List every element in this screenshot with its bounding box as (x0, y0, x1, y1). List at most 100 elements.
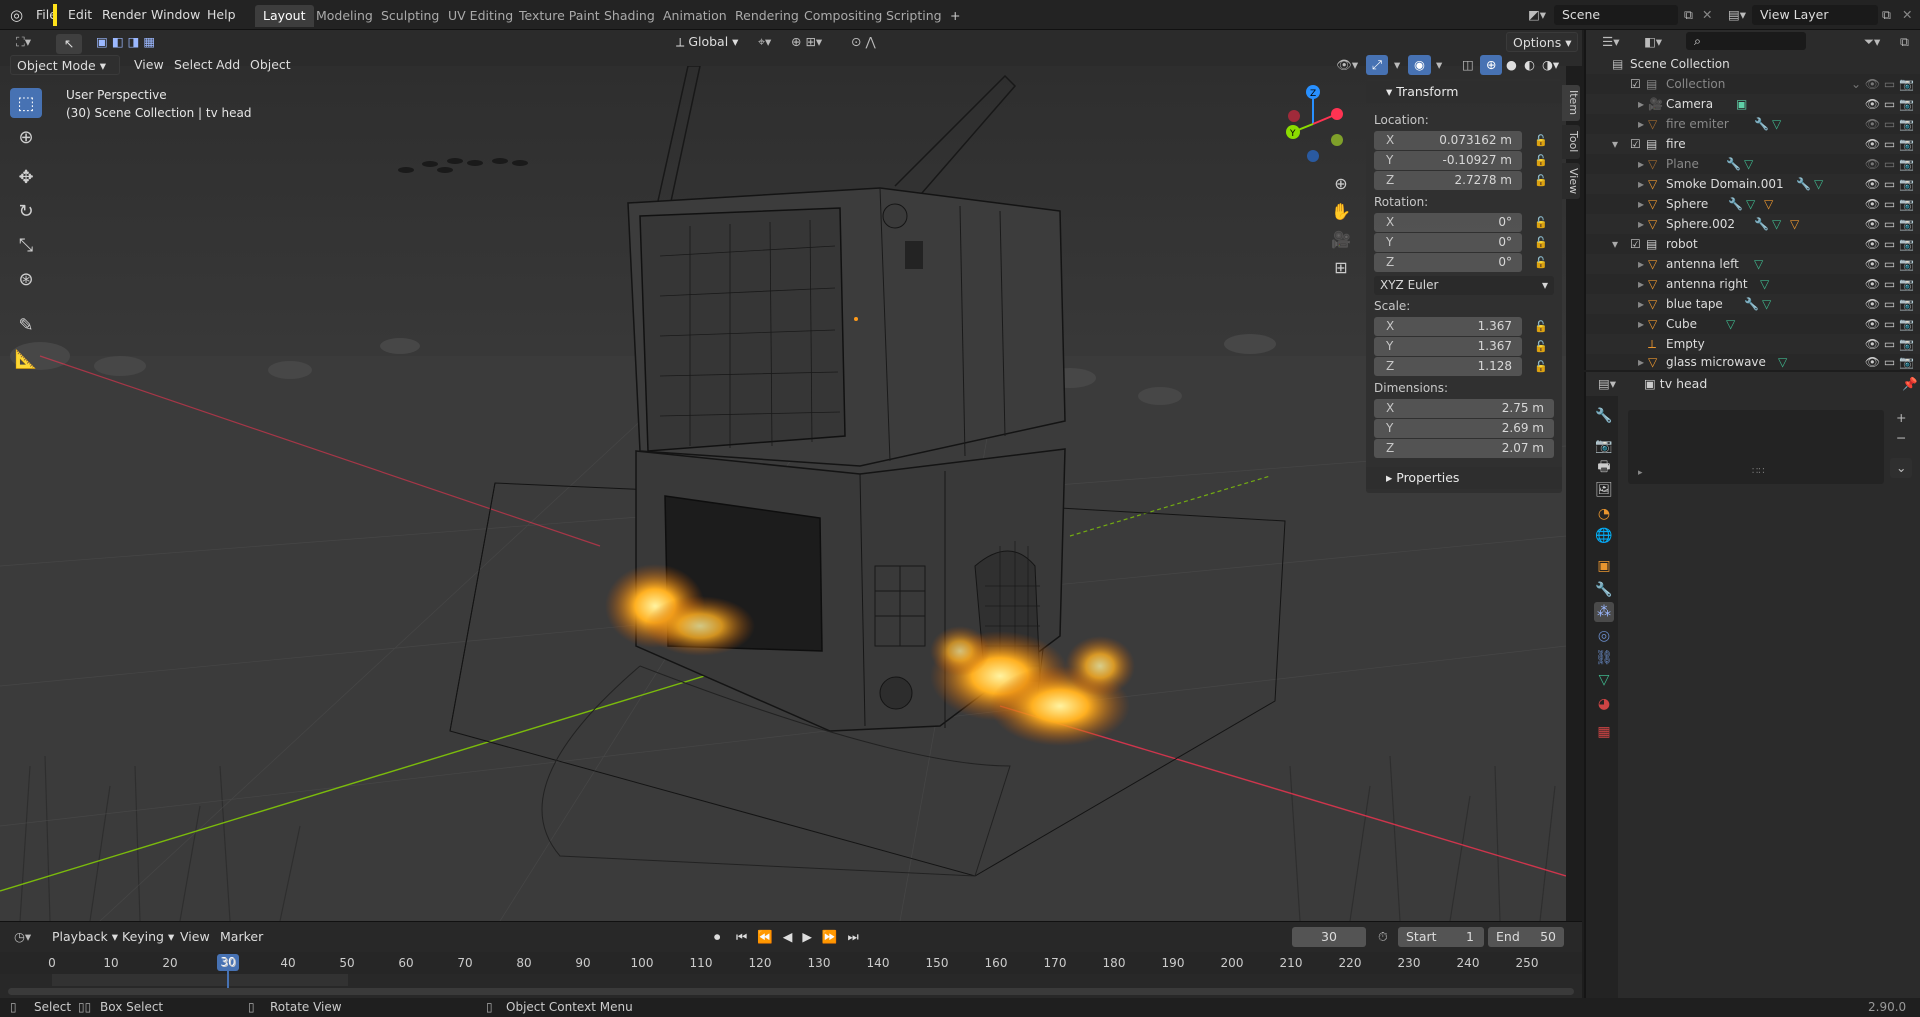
rotate-tool-icon[interactable]: ↻ (10, 196, 42, 226)
close-view-layer-icon[interactable]: ✕ (1896, 5, 1918, 25)
remove-slot-button[interactable]: − (1890, 428, 1912, 448)
filter-icon[interactable]: ⏷▾ (1858, 32, 1886, 52)
constraints-props-icon[interactable]: ⛓ (1594, 648, 1614, 668)
select-box-tool-icon[interactable]: ⬚ (10, 88, 42, 118)
annotate-tool-icon[interactable]: ✎ (10, 310, 42, 340)
rotation-mode-dropdown[interactable]: XYZ Euler ▾ (1374, 276, 1554, 295)
new-collection-icon[interactable]: ⧉ (1894, 32, 1915, 52)
scene-props-icon[interactable]: ◔ (1594, 504, 1614, 524)
location-z-field[interactable]: Z 2.7278 m (1374, 171, 1522, 190)
scale-z-field[interactable]: Z 1.128 (1374, 357, 1522, 376)
gizmo-dropdown-icon[interactable]: ▾ (1388, 55, 1406, 75)
physics-props-icon[interactable]: ◎ (1594, 626, 1614, 646)
rotation-z-field[interactable]: Z 0° (1374, 253, 1522, 272)
outliner-item-antenna-left[interactable]: ▸ ▽ antenna left ▽ 👁 ▭ 📷 (1586, 254, 1920, 274)
props-editor-type-icon[interactable]: ▤▾ (1592, 374, 1622, 394)
outliner-item-blue-tape[interactable]: ▸ ▽ blue tape 🔧 ▽ 👁 ▭ 📷 (1586, 294, 1920, 314)
scale-y-field[interactable]: Y 1.367 (1374, 337, 1522, 356)
outliner-item-robot[interactable]: ▾ ☑ ▤ robot 👁 ▭ 📷 (1586, 234, 1920, 254)
menu-file[interactable]: File (30, 5, 63, 25)
rotation-x-field[interactable]: X 0° (1374, 213, 1522, 232)
tab-item[interactable]: Item (1562, 85, 1580, 121)
rotation-y-field[interactable]: Y 0° (1374, 233, 1522, 252)
tab-compositing[interactable]: Compositing (796, 5, 890, 27)
current-frame-field[interactable]: 30 (1292, 927, 1366, 947)
tab-layout[interactable]: Layout (255, 5, 314, 27)
snap-icon[interactable]: ⊕ ⊞▾ (785, 32, 828, 52)
material-props-icon[interactable]: ◕ (1594, 694, 1614, 714)
data-props-icon[interactable]: ▽ (1594, 670, 1614, 690)
scene-field[interactable]: Scene (1554, 5, 1678, 25)
view-layer-field[interactable]: View Layer (1752, 5, 1878, 25)
menu-edit[interactable]: Edit (62, 5, 98, 25)
pivot-icon[interactable]: ⌖▾ (752, 32, 777, 52)
modifier-props-icon[interactable]: 🔧 (1594, 580, 1614, 600)
particles-props-icon[interactable]: ⁂ (1594, 602, 1614, 622)
pan-hand-icon[interactable]: ✋ (1328, 198, 1354, 224)
options-dropdown[interactable]: Options ▾ (1506, 32, 1579, 52)
keying-menu[interactable]: Keying ▾ (116, 927, 180, 947)
particle-system-list[interactable]: ▸ ∷∷ (1628, 410, 1884, 484)
outliner-item-plane[interactable]: ▸ ▽ Plane 🔧 ▽ 👁 ▭ 📷 (1586, 154, 1920, 174)
dimensions-x-field[interactable]: X 2.75 m (1374, 399, 1554, 418)
timeline-scrollbar[interactable] (8, 988, 1574, 995)
gizmo-toggle-icon[interactable]: ⤢ (1366, 55, 1389, 75)
select-tool-icon[interactable]: ↖ (56, 34, 82, 54)
tab-shading[interactable]: Shading (596, 5, 663, 27)
tab-view[interactable]: View (1562, 163, 1580, 199)
output-props-icon[interactable]: 🖶 (1594, 458, 1614, 478)
lock-icon[interactable]: 🔓 (1534, 134, 1548, 147)
outliner-item-cube[interactable]: ▸ ▽ Cube ▽ 👁 ▭ 📷 (1586, 314, 1920, 334)
outliner-item-sphere-002[interactable]: ▸ ▽ Sphere.002 🔧 ▽ ▽ 👁 ▭ 📷 (1586, 214, 1920, 234)
tab-animation[interactable]: Animation (655, 5, 735, 27)
outliner-search-input[interactable]: ⌕ (1686, 32, 1806, 50)
measure-tool-icon[interactable]: 📐 (10, 344, 42, 374)
tab-rendering[interactable]: Rendering (727, 5, 807, 27)
add-menu[interactable]: Add (210, 55, 246, 75)
tab-scripting[interactable]: Scripting (878, 5, 950, 27)
scale-tool-icon[interactable]: ⤡ (10, 230, 42, 260)
display-mode-icon[interactable]: ◧▾ (1638, 32, 1668, 52)
outliner-item-fire-emiter[interactable]: ▸ ▽ fire emiter 🔧 ▽ 👁 ▭ 📷 (1586, 114, 1920, 134)
editor-type-icon[interactable]: ⛶▾ (10, 32, 37, 52)
tab-uv-editing[interactable]: UV Editing (440, 5, 521, 27)
end-frame-field[interactable]: End 50 (1488, 927, 1564, 947)
add-workspace-button[interactable]: + (942, 5, 968, 27)
outliner-item-fire[interactable]: ▾ ☑ ▤ fire 👁 ▭ 📷 (1586, 134, 1920, 154)
view-layer-icon[interactable]: ▤▾ (1722, 5, 1752, 25)
move-tool-icon[interactable]: ✥ (10, 162, 42, 192)
lock-icon[interactable]: 🔓 (1534, 216, 1548, 229)
outliner-item-glass-microwave[interactable]: ▸ ▽ glass microwave ▽ 👁 ▭ 📷 (1586, 354, 1920, 370)
lock-icon[interactable]: 🔓 (1534, 236, 1548, 249)
lock-icon[interactable]: 🔓 (1534, 256, 1548, 269)
overlay-toggle-icon[interactable]: ◉ (1408, 55, 1431, 75)
timeline-editor-type-icon[interactable]: ◷▾ (8, 927, 37, 947)
tab-texture-paint[interactable]: Texture Paint (511, 5, 608, 27)
tab-modeling[interactable]: Modeling (308, 5, 381, 27)
slot-menu-button[interactable]: ⌄ (1890, 458, 1913, 478)
xray-icon[interactable]: ◫ (1456, 55, 1480, 75)
orientation-dropdown[interactable]: ⟂ Global ▾ (670, 32, 744, 52)
scene-icon[interactable]: ◩▾ (1522, 5, 1552, 25)
outliner-item-camera[interactable]: ▸ 🎥 Camera ▣ 👁 ▭ 📷 (1586, 94, 1920, 114)
outliner-item-smoke-domain[interactable]: ▸ ▽ Smoke Domain.001 🔧 ▽ 👁 ▭ 📷 (1586, 174, 1920, 194)
navigation-gizmo[interactable]: Z Y (1277, 84, 1347, 164)
outliner-item-empty[interactable]: ⟂ Empty 👁 ▭ 📷 (1586, 334, 1920, 354)
playback-controls-icons[interactable]: ⏮ ⏪ ◀ ▶ ⏩ ⏭ (730, 927, 868, 947)
dimensions-z-field[interactable]: Z 2.07 m (1374, 439, 1554, 458)
marker-menu[interactable]: Marker (214, 927, 269, 947)
outliner-item-sphere[interactable]: ▸ ▽ Sphere 🔧 ▽ ▽ 👁 ▭ 📷 (1586, 194, 1920, 214)
transform-tool-icon[interactable]: ⊛ (10, 264, 42, 294)
transform-panel-header[interactable]: ▾ Transform (1366, 81, 1562, 103)
selection-mode-icons[interactable]: ▣ ◧ ◨ ▦ (90, 32, 161, 52)
view-menu[interactable]: View (128, 55, 170, 75)
overlay-dropdown-icon[interactable]: ▾ (1430, 55, 1448, 75)
visibility-icon[interactable]: 👁▾ (1330, 55, 1364, 75)
outliner-item-antenna-right[interactable]: ▸ ▽ antenna right ▽ 👁 ▭ 📷 (1586, 274, 1920, 294)
world-props-icon[interactable]: 🌐 (1594, 526, 1614, 546)
dimensions-y-field[interactable]: Y 2.69 m (1374, 419, 1554, 438)
new-view-layer-icon[interactable]: ⧉ (1876, 5, 1897, 25)
cursor-tool-icon[interactable]: ⊕ (10, 122, 42, 152)
outliner-item-collection[interactable]: ☑ ▤ Collection ⌄ 👁 ▭ 📷 (1586, 74, 1920, 94)
tab-tool[interactable]: Tool (1562, 125, 1580, 159)
